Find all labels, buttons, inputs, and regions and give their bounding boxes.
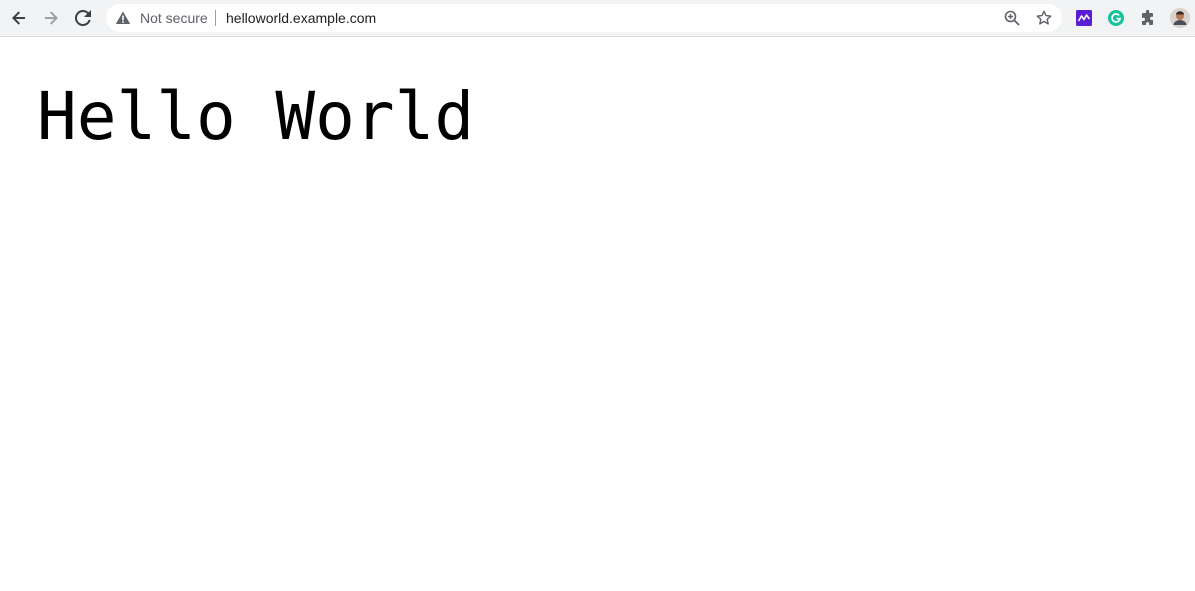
omnibox-separator xyxy=(215,10,216,26)
reload-button[interactable] xyxy=(69,4,97,32)
avatar[interactable] xyxy=(1170,8,1190,28)
warning-triangle-icon[interactable] xyxy=(115,10,131,26)
arrow-left-icon xyxy=(12,11,25,25)
zoom-in-icon[interactable] xyxy=(1002,8,1022,28)
page-content: Hello World xyxy=(0,37,1195,591)
star-icon[interactable] xyxy=(1034,8,1054,28)
arrow-right-icon xyxy=(45,11,58,25)
forward-button[interactable] xyxy=(37,4,65,32)
address-bar[interactable]: Not secure helloworld.example.com xyxy=(106,4,1062,32)
back-button[interactable] xyxy=(5,4,33,32)
page-heading: Hello World xyxy=(37,78,475,155)
chart-extension-icon[interactable] xyxy=(1075,9,1093,27)
browser-toolbar: Not secure helloworld.example.com xyxy=(0,0,1195,37)
url-text[interactable]: helloworld.example.com xyxy=(226,10,376,26)
grammarly-icon[interactable] xyxy=(1107,9,1125,27)
reload-icon xyxy=(75,10,91,26)
puzzle-icon[interactable] xyxy=(1139,9,1157,27)
security-status-label[interactable]: Not secure xyxy=(140,10,208,26)
